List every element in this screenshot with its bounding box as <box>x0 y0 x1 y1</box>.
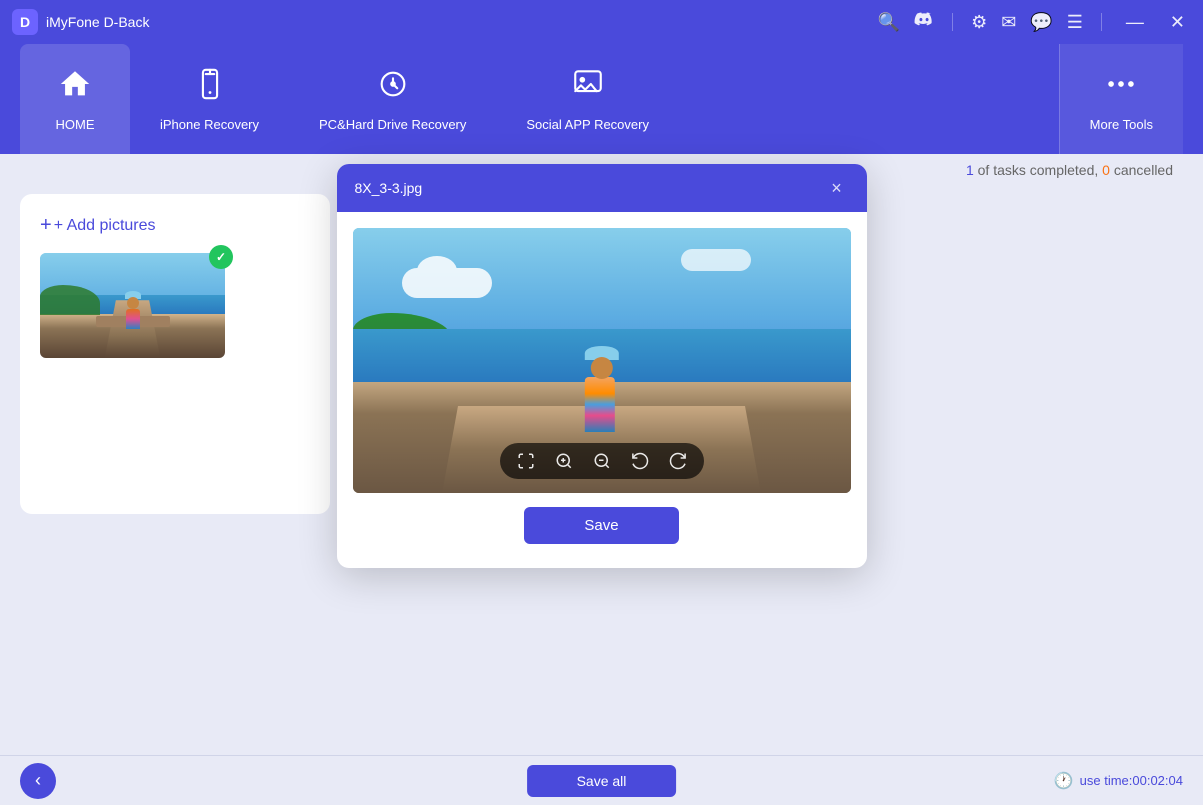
app-logo: D <box>12 9 38 35</box>
close-button[interactable]: ✕ <box>1164 10 1191 35</box>
menu-icon[interactable]: ☰ <box>1067 12 1083 33</box>
search-icon[interactable]: 🔍 <box>878 12 900 33</box>
nav-item-iphone-recovery[interactable]: iPhone Recovery <box>130 44 289 154</box>
modal-header: 8X_3-3.jpg × <box>337 164 867 212</box>
modal-overlay: 8X_3-3.jpg × <box>0 154 1203 755</box>
nav-item-social-recovery[interactable]: Social APP Recovery <box>496 44 679 154</box>
pc-recovery-icon <box>376 67 410 109</box>
modal-image <box>353 228 851 493</box>
modal-close-button[interactable]: × <box>825 176 849 200</box>
use-time: 🕐 use time:00:02:04 <box>1054 771 1183 791</box>
nav-label-social-recovery: Social APP Recovery <box>526 117 649 132</box>
modal-title: 8X_3-3.jpg <box>355 180 423 196</box>
bottom-bar: ‹ Save all 🕐 use time:00:02:04 <box>0 755 1203 805</box>
title-bar: D iMyFone D-Back 🔍 ⚙ ✉ 💬 ☰ — ✕ <box>0 0 1203 44</box>
save-all-button[interactable]: Save all <box>527 765 677 797</box>
settings-icon[interactable]: ⚙ <box>971 12 987 33</box>
modal-save-button[interactable]: Save <box>524 507 678 544</box>
rotate-ccw-button[interactable] <box>628 449 652 473</box>
home-icon <box>58 67 92 109</box>
nav-item-more-tools[interactable]: More Tools <box>1059 44 1183 154</box>
nav-item-home[interactable]: HOME <box>20 44 130 154</box>
discord-icon[interactable] <box>914 10 934 35</box>
fullscreen-button[interactable] <box>514 449 538 473</box>
modal-body: Save <box>337 212 867 568</box>
use-time-label: use time:00:02:04 <box>1080 773 1183 788</box>
modal-save-row: Save <box>353 493 851 552</box>
app-name: iMyFone D-Back <box>46 14 878 30</box>
nav-item-pc-recovery[interactable]: PC&Hard Drive Recovery <box>289 44 496 154</box>
back-button[interactable]: ‹ <box>20 763 56 799</box>
mail-icon[interactable]: ✉ <box>1001 12 1016 33</box>
cloud1 <box>402 268 492 298</box>
nav-label-iphone-recovery: iPhone Recovery <box>160 117 259 132</box>
nav-label-more-tools: More Tools <box>1090 117 1153 132</box>
girl-figure <box>584 343 618 432</box>
separator-2 <box>1101 13 1102 31</box>
back-icon: ‹ <box>35 770 41 791</box>
minimize-button[interactable]: — <box>1120 10 1150 35</box>
image-toolbar <box>500 443 704 479</box>
girl-body <box>584 377 614 432</box>
iphone-recovery-icon <box>193 67 227 109</box>
title-icons: 🔍 ⚙ ✉ 💬 ☰ — ✕ <box>878 10 1191 35</box>
nav-bar: HOME iPhone Recovery PC&Hard Drive Recov… <box>0 44 1203 154</box>
nav-label-home: HOME <box>56 117 95 132</box>
image-preview-modal: 8X_3-3.jpg × <box>337 164 867 568</box>
clock-icon: 🕐 <box>1054 771 1074 791</box>
girl-head <box>590 357 612 379</box>
nav-label-pc-recovery: PC&Hard Drive Recovery <box>319 117 466 132</box>
social-recovery-icon <box>571 67 605 109</box>
zoom-out-button[interactable] <box>590 449 614 473</box>
more-tools-icon <box>1104 67 1138 109</box>
rotate-cw-button[interactable] <box>666 449 690 473</box>
chat-icon[interactable]: 💬 <box>1030 12 1052 33</box>
zoom-in-button[interactable] <box>552 449 576 473</box>
separator <box>952 13 953 31</box>
cloud2 <box>681 249 751 271</box>
